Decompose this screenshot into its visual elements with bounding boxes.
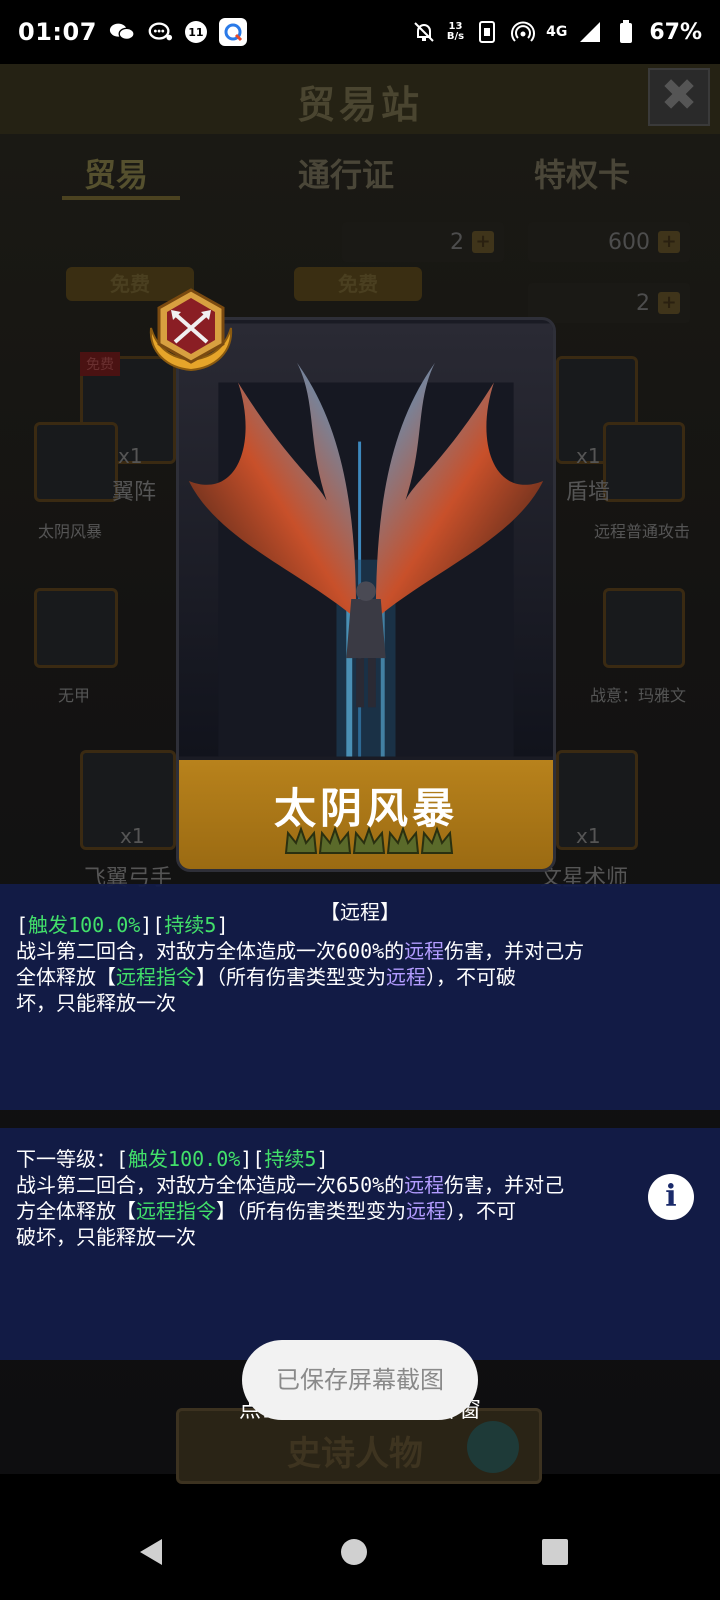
screenshot-saved-toast: 已保存屏幕截图	[242, 1340, 478, 1420]
current-level-description: [触发100.0%][持续5] 战斗第二回合，对敌方全体造成一次600%的远程伤…	[16, 912, 584, 1016]
duration: 持续5	[164, 913, 217, 937]
wechat-icon	[109, 21, 135, 43]
hotspot-icon	[510, 21, 536, 43]
desc-text: 】（所有伤害类型变为	[216, 1199, 406, 1223]
side-card[interactable]	[34, 422, 118, 502]
ranged-keyword: 远程	[406, 1199, 446, 1223]
side-card-count: x1	[576, 444, 601, 468]
ranged-keyword: 远程	[404, 1173, 445, 1197]
plus-icon[interactable]: +	[658, 292, 680, 314]
close-button[interactable]: ✖	[648, 68, 710, 126]
resource-medal-value: 2	[450, 229, 464, 255]
side-card-count: x1	[118, 444, 143, 468]
free-tag: 免费	[80, 352, 120, 376]
next-line-3: 方全体释放【远程指令】（所有伤害类型变为远程），不可	[16, 1198, 564, 1224]
app-q-icon	[218, 18, 247, 46]
skill-card: 太阴风暴	[176, 317, 556, 872]
command-keyword: 远程指令	[136, 1199, 216, 1223]
battery-icon	[613, 20, 639, 43]
desc-text: 伤害，并对己方	[444, 939, 585, 963]
desc-line-4: 坏，只能释放一次	[16, 991, 176, 1015]
desc-line-1: [触发100.0%][持续5]	[16, 913, 229, 937]
net-speed: 13 B/s	[447, 22, 464, 42]
tab-privilege[interactable]: 特权卡	[534, 150, 630, 196]
tab-pass[interactable]: 通行证	[298, 150, 394, 196]
signal-icon	[577, 21, 603, 43]
sim-icon	[474, 21, 500, 43]
resource-gem-value: 600	[608, 229, 650, 255]
side-card-label: 战意：玛雅文	[590, 686, 687, 705]
next-line-4: 破坏，只能释放一次	[16, 1225, 196, 1249]
refresh-icon[interactable]	[467, 1421, 519, 1473]
epic-character-label: 史诗人物	[287, 1434, 423, 1474]
ranged-keyword: 远程	[386, 965, 426, 989]
desc-line-3: 全体释放【远程指令】（所有伤害类型变为远程），不可破	[16, 964, 584, 990]
side-card-count: x1	[120, 824, 145, 848]
side-card[interactable]	[603, 588, 685, 668]
resource-token: 2 +	[528, 283, 690, 323]
plus-icon[interactable]: +	[472, 231, 494, 253]
side-card-label: 太阴风暴	[38, 522, 103, 541]
ranged-keyword: 远程	[404, 939, 445, 963]
desc-text: 战斗第二回合，对敌方全体造成一次600%的	[16, 939, 405, 963]
bell-off-icon	[411, 21, 437, 43]
trigger-chance: 触发100.0%	[28, 913, 141, 937]
battery-percent: 67%	[649, 19, 702, 45]
side-card-label: 远程普通攻击	[594, 522, 691, 541]
desc-text: 全体释放【	[16, 965, 116, 989]
star-rating-crowns-icon	[284, 826, 454, 854]
next-line-2: 战斗第二回合，对敌方全体造成一次650%的远程伤害，并对己	[16, 1172, 564, 1198]
resource-medal: 2 +	[342, 222, 504, 262]
desc-line-2: 战斗第二回合，对敌方全体造成一次600%的远程伤害，并对己方	[16, 938, 584, 964]
desc-text: 】（所有伤害类型变为	[196, 965, 386, 989]
desc-text: 伤害，并对己	[444, 1173, 565, 1197]
side-card-count: x1	[576, 824, 601, 848]
recents-icon[interactable]	[540, 1537, 570, 1567]
side-card[interactable]	[34, 588, 118, 668]
page-title: 贸易站	[296, 83, 423, 127]
desc-text: 方全体释放【	[16, 1199, 136, 1223]
winged-warrior-artwork	[179, 323, 553, 757]
status-bar: 01:07 11 13 B/s 4G 67%	[0, 0, 720, 64]
status-time: 01:07	[18, 18, 97, 46]
command-keyword: 远程指令	[116, 965, 196, 989]
info-icon[interactable]: i	[648, 1174, 694, 1220]
trigger-chance: 触发100.0%	[128, 1147, 241, 1171]
side-card-name: 盾墙	[566, 480, 611, 505]
notification-count-icon: 11	[184, 21, 207, 43]
side-card-label: 无甲	[58, 686, 91, 705]
chat-bubble-icon	[147, 21, 173, 43]
resource-token-value: 2	[636, 290, 650, 316]
desc-text: 战斗第二回合，对敌方全体造成一次650%的	[16, 1173, 405, 1197]
crossed-arrows-emblem-icon	[149, 288, 233, 372]
side-card-name: 翼阵	[112, 480, 157, 505]
free-button-2[interactable]: 免费	[294, 267, 422, 301]
tab-trade[interactable]: 贸易	[84, 150, 148, 196]
desc-text: ），不可破	[426, 965, 516, 989]
home-icon[interactable]	[339, 1537, 369, 1567]
next-line-1: 下一等级：[触发100.0%][持续5]	[16, 1147, 329, 1171]
duration: 持续5	[264, 1147, 317, 1171]
next-level-description: 下一等级：[触发100.0%][持续5] 战斗第二回合，对敌方全体造成一次650…	[16, 1146, 564, 1250]
tab-underline	[62, 196, 180, 200]
plus-icon[interactable]: +	[658, 231, 680, 253]
network-type: 4G	[546, 24, 568, 40]
net-speed-unit: B/s	[446, 31, 465, 42]
back-icon[interactable]	[136, 1537, 166, 1567]
resource-gem: 600 +	[528, 222, 690, 262]
desc-text: ），不可	[446, 1199, 516, 1223]
side-card[interactable]	[603, 422, 685, 502]
next-level-prefix: 下一等级：	[16, 1147, 116, 1171]
